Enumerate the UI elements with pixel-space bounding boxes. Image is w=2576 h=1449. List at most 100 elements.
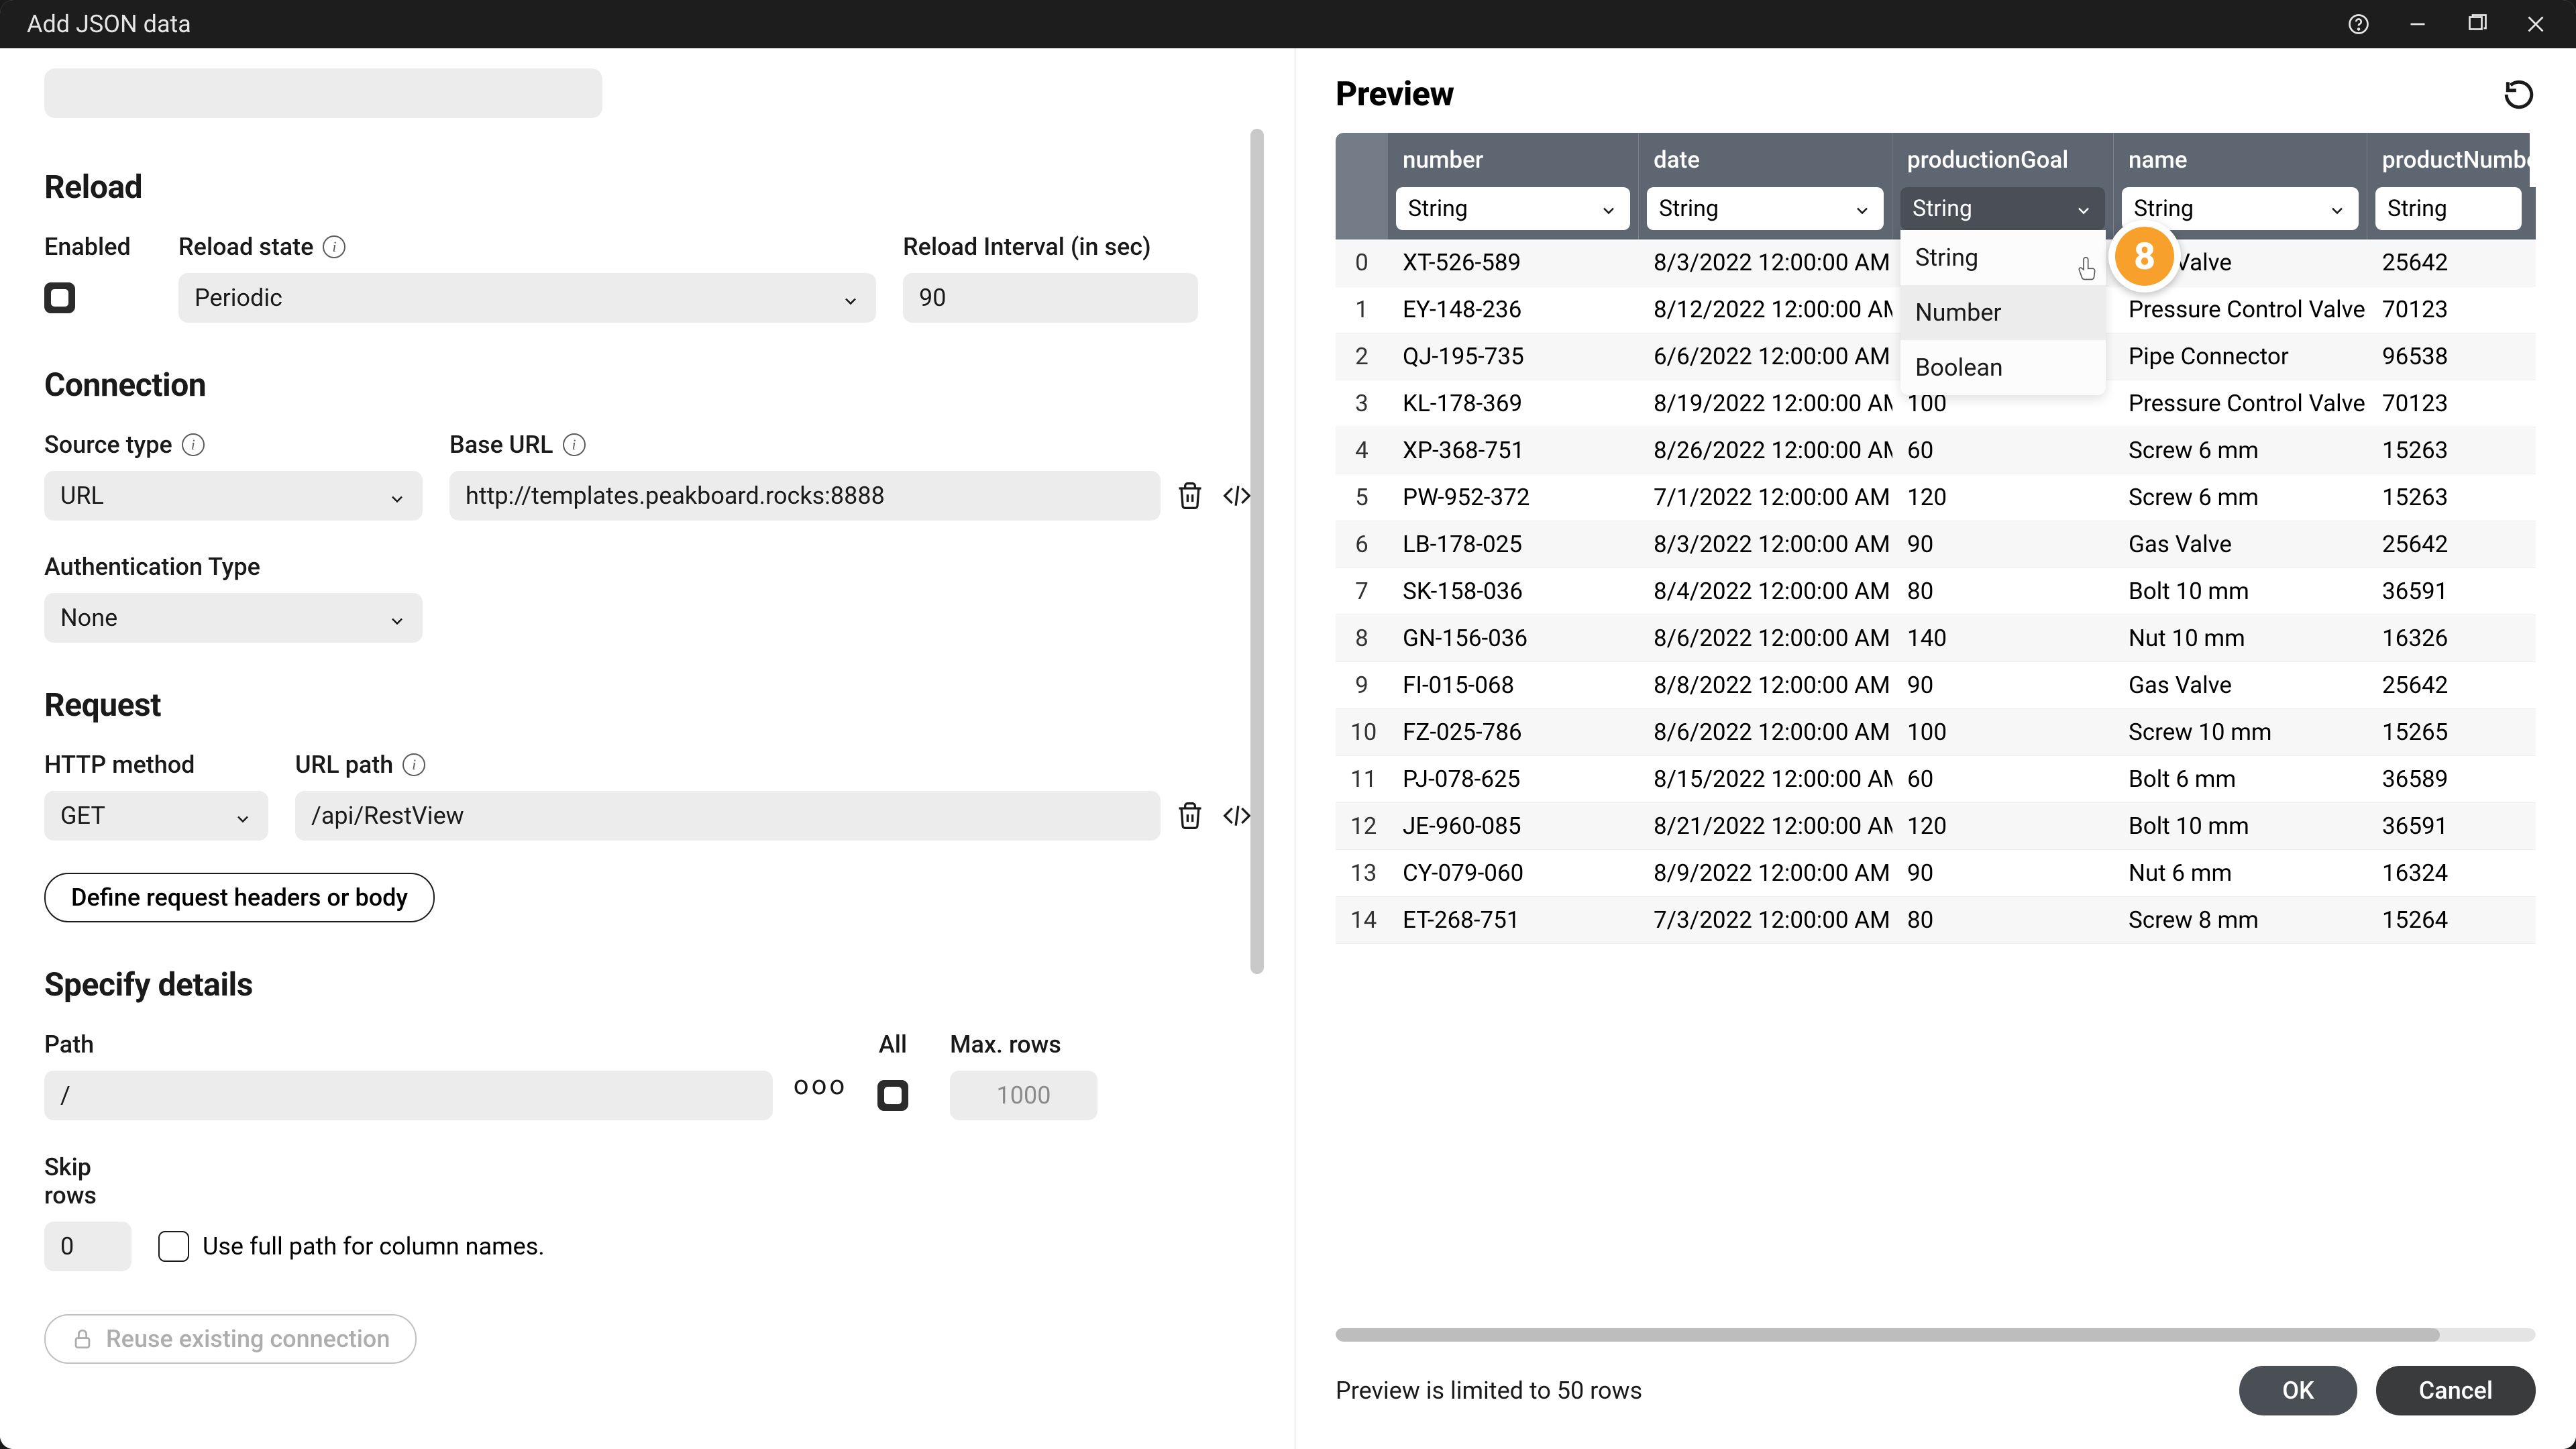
reload-section: Reload Enabled Reload statei Periodic xyxy=(40,168,1254,323)
request-section: Request HTTP method GET URL pathi /api/R… xyxy=(40,686,1254,922)
cell-pnum: 25642 xyxy=(2367,249,2530,276)
cell-goal: 90 xyxy=(1892,859,2114,887)
auth-type-select[interactable]: None xyxy=(44,593,423,643)
info-icon[interactable]: i xyxy=(323,235,345,258)
cell-number: FZ-025-786 xyxy=(1388,718,1639,746)
table-row[interactable]: 10FZ-025-7868/6/2022 12:00:00 AM100Screw… xyxy=(1336,709,2536,756)
http-method-label: HTTP method xyxy=(44,751,268,779)
code-icon[interactable] xyxy=(1220,798,1254,833)
source-type-select[interactable]: URL xyxy=(44,471,423,521)
cell-name: Gas Valve xyxy=(2114,672,2367,699)
cell-goal: 120 xyxy=(1892,484,2114,511)
maximize-icon[interactable] xyxy=(2463,11,2490,38)
refresh-icon[interactable] xyxy=(2502,78,2536,111)
connection-section: Connection Source typei URL Base URLi ht… xyxy=(40,366,1254,643)
table-row[interactable]: 9FI-015-0688/8/2022 12:00:00 AM90Gas Val… xyxy=(1336,662,2536,709)
cell-date: 7/3/2022 12:00:00 AM xyxy=(1639,906,1892,934)
cell-goal: 90 xyxy=(1892,531,2114,558)
column-header[interactable]: date xyxy=(1639,133,1892,187)
cell-date: 8/9/2022 12:00:00 AM xyxy=(1639,859,1892,887)
info-icon[interactable]: i xyxy=(402,753,425,776)
cell-number: GN-156-036 xyxy=(1388,625,1639,652)
cell-pnum: 36591 xyxy=(2367,578,2530,605)
table-row[interactable]: 14ET-268-7517/3/2022 12:00:00 AM80Screw … xyxy=(1336,897,2536,944)
path-input[interactable]: / xyxy=(44,1071,773,1120)
type-dropdown: String Number Boolean xyxy=(1900,230,2106,395)
info-icon[interactable]: i xyxy=(563,433,586,456)
row-index: 10 xyxy=(1336,718,1388,746)
row-index: 8 xyxy=(1336,625,1388,652)
table-row[interactable]: 4XP-368-7518/26/2022 12:00:00 AM60Screw … xyxy=(1336,427,2536,474)
type-select-productiongoal[interactable]: String xyxy=(1900,187,2105,230)
http-method-select[interactable]: GET xyxy=(44,791,268,841)
chevron-down-icon xyxy=(388,486,407,505)
type-select-number[interactable]: String xyxy=(1396,187,1630,230)
type-option-boolean[interactable]: Boolean xyxy=(1900,340,2106,395)
left-scrollbar[interactable] xyxy=(1250,129,1264,1283)
cell-goal: 120 xyxy=(1892,812,2114,840)
column-header[interactable]: name xyxy=(2114,133,2367,187)
cell-name: Pressure Control Valve xyxy=(2114,296,2367,323)
fullpath-checkbox[interactable] xyxy=(158,1231,189,1262)
fullpath-label: Use full path for column names. xyxy=(203,1232,545,1260)
cell-goal: 80 xyxy=(1892,906,2114,934)
table-row[interactable]: 11PJ-078-6258/15/2022 12:00:00 AM60Bolt … xyxy=(1336,756,2536,803)
cell-number: FI-015-068 xyxy=(1388,672,1639,699)
cell-number: XT-526-589 xyxy=(1388,249,1639,276)
row-index: 13 xyxy=(1336,859,1388,887)
maxrows-label: Max. rows xyxy=(950,1030,1097,1059)
type-option-number[interactable]: Number xyxy=(1900,285,2106,340)
ok-button[interactable]: OK xyxy=(2239,1366,2357,1415)
type-select-date[interactable]: String xyxy=(1647,187,1884,230)
enabled-checkbox[interactable] xyxy=(44,282,75,313)
url-path-input[interactable]: /api/RestView xyxy=(295,791,1161,841)
row-index: 9 xyxy=(1336,672,1388,699)
code-icon[interactable] xyxy=(1220,478,1254,513)
auth-type-label: Authentication Type xyxy=(44,553,423,581)
column-header[interactable]: productNumber xyxy=(2367,133,2530,187)
skiprows-input[interactable]: 0 xyxy=(44,1222,131,1271)
trash-icon[interactable] xyxy=(1173,798,1208,833)
column-header[interactable]: productionGoal xyxy=(1892,133,2114,187)
close-icon[interactable] xyxy=(2522,11,2549,38)
request-heading: Request xyxy=(44,686,1254,724)
cell-name: Nut 10 mm xyxy=(2114,625,2367,652)
cell-number: CY-079-060 xyxy=(1388,859,1639,887)
cell-number: SK-158-036 xyxy=(1388,578,1639,605)
trash-icon[interactable] xyxy=(1173,478,1208,513)
chevron-down-icon xyxy=(841,288,860,307)
cell-number: LB-178-025 xyxy=(1388,531,1639,558)
row-index: 7 xyxy=(1336,578,1388,605)
type-select-productnumber[interactable]: String xyxy=(2375,187,2522,230)
table-row[interactable]: 5PW-952-3727/1/2022 12:00:00 AM120Screw … xyxy=(1336,474,2536,521)
cell-goal: 90 xyxy=(1892,672,2114,699)
preview-horizontal-scrollbar[interactable] xyxy=(1336,1328,2536,1342)
cell-number: PW-952-372 xyxy=(1388,484,1639,511)
cell-date: 8/4/2022 12:00:00 AM xyxy=(1639,578,1892,605)
all-checkbox[interactable] xyxy=(877,1080,908,1111)
table-row[interactable]: 6LB-178-0258/3/2022 12:00:00 AM90Gas Val… xyxy=(1336,521,2536,568)
cancel-button[interactable]: Cancel xyxy=(2376,1366,2536,1415)
table-row[interactable]: 13CY-079-0608/9/2022 12:00:00 AM90Nut 6 … xyxy=(1336,850,2536,897)
help-icon[interactable] xyxy=(2345,11,2372,38)
cell-number: KL-178-369 xyxy=(1388,390,1639,417)
minimize-icon[interactable] xyxy=(2404,11,2431,38)
cell-name: Screw 6 mm xyxy=(2114,484,2367,511)
maxrows-input[interactable]: 1000 xyxy=(950,1071,1097,1120)
cell-pnum: 96538 xyxy=(2367,343,2530,370)
column-header[interactable]: number xyxy=(1388,133,1639,187)
table-row[interactable]: 12JE-960-0858/21/2022 12:00:00 AM120Bolt… xyxy=(1336,803,2536,850)
cell-pnum: 15263 xyxy=(2367,484,2530,511)
table-row[interactable]: 7SK-158-0368/4/2022 12:00:00 AM80Bolt 10… xyxy=(1336,568,2536,615)
cell-pnum: 70123 xyxy=(2367,390,2530,417)
define-request-button[interactable]: Define request headers or body xyxy=(44,873,435,922)
base-url-input[interactable]: http://templates.peakboard.rocks:8888 xyxy=(449,471,1161,521)
cell-name: Bolt 6 mm xyxy=(2114,765,2367,793)
more-options-button[interactable]: ooo xyxy=(783,1063,853,1121)
row-index: 11 xyxy=(1336,765,1388,793)
reload-interval-input[interactable]: 90 xyxy=(903,273,1198,323)
cell-date: 8/12/2022 12:00:00 AM xyxy=(1639,296,1892,323)
info-icon[interactable]: i xyxy=(182,433,205,456)
table-row[interactable]: 8GN-156-0368/6/2022 12:00:00 AM140Nut 10… xyxy=(1336,615,2536,662)
reload-state-select[interactable]: Periodic xyxy=(178,273,876,323)
